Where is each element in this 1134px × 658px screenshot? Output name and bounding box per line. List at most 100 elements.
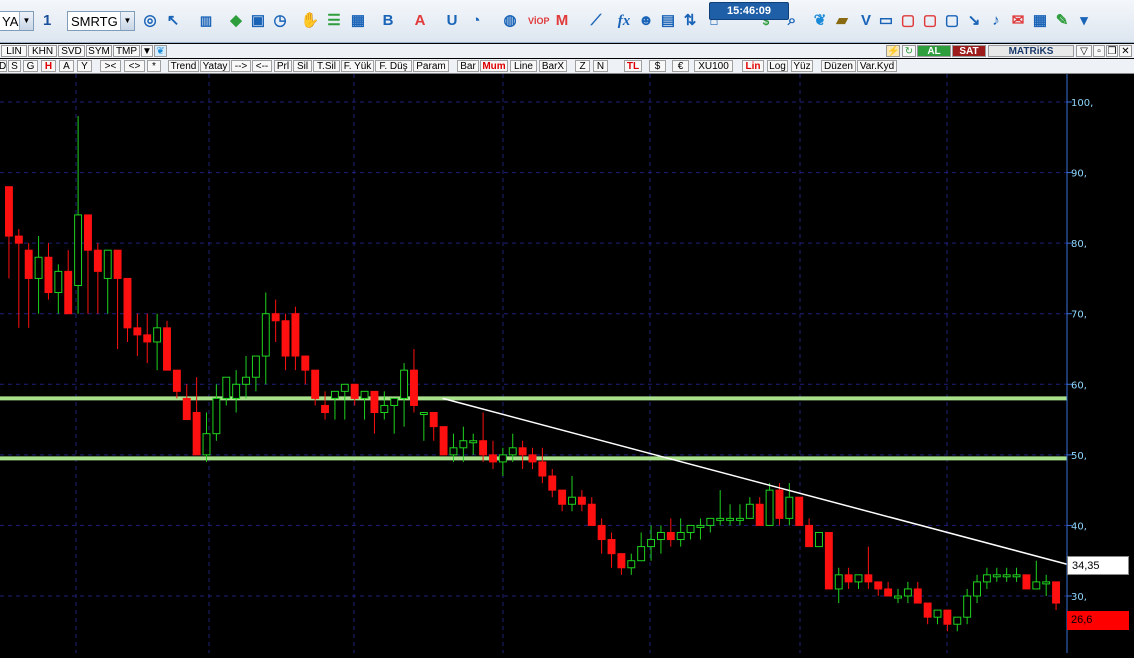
chevron-down-icon[interactable]: ▼ xyxy=(141,45,153,57)
btn-fyuk[interactable]: F. Yük xyxy=(341,60,374,72)
btn-yatay[interactable]: Yatay xyxy=(200,60,230,72)
viop-icon[interactable]: VİOP xyxy=(528,11,550,31)
line-chart-icon[interactable]: ⟋ xyxy=(586,11,606,31)
globe-icon[interactable]: ◍ xyxy=(500,11,520,31)
clock-icon[interactable]: ◷ xyxy=(270,11,290,31)
sort-icon[interactable]: ⇅ xyxy=(680,11,700,31)
btn-usd[interactable]: $ xyxy=(649,60,666,72)
twitter-icon[interactable]: ❦ xyxy=(810,11,830,31)
btn-zoom-out[interactable]: <> xyxy=(124,60,145,72)
candle-body xyxy=(617,553,626,569)
bell-icon[interactable]: ♪ xyxy=(986,11,1006,31)
alert-window-icon[interactable]: ▢ xyxy=(898,11,918,31)
fx-icon[interactable]: fx xyxy=(614,11,634,31)
cards-icon[interactable]: ▭ xyxy=(876,11,896,31)
candle-body xyxy=(123,277,132,329)
btn-barx[interactable]: BarX xyxy=(539,60,567,72)
candle-body xyxy=(232,383,241,399)
grid-icon[interactable]: ▤ xyxy=(658,11,678,31)
symbol-input[interactable]: SMRTG ▼ xyxy=(67,11,135,31)
a-icon[interactable]: A xyxy=(410,11,430,31)
btn-a[interactable]: A xyxy=(59,60,74,72)
btn-zoom-in[interactable]: >< xyxy=(100,60,121,72)
candle-body xyxy=(172,369,181,392)
btn-log[interactable]: Log xyxy=(767,60,788,72)
u-icon[interactable]: U xyxy=(442,11,462,31)
btn-arrow-right[interactable]: --> xyxy=(231,60,251,72)
news-icon[interactable]: ▰ xyxy=(832,11,852,31)
count-select[interactable]: 1 xyxy=(40,11,66,31)
btn-h[interactable]: H xyxy=(41,60,56,72)
btn-xu100[interactable]: XU100 xyxy=(694,60,733,72)
btn-star[interactable]: * xyxy=(147,60,161,72)
chevron-down-icon[interactable]: ▼ xyxy=(19,12,33,30)
btn-tl[interactable]: TL xyxy=(624,60,642,72)
candle-body xyxy=(271,313,280,322)
m-icon[interactable]: M xyxy=(552,11,572,31)
candle-body xyxy=(903,588,912,597)
restore-icon[interactable]: ❐ xyxy=(1106,45,1118,57)
handshake-icon[interactable]: ✋ xyxy=(300,11,320,31)
btn-prl[interactable]: Prl xyxy=(274,60,292,72)
list-icon[interactable]: ☰ xyxy=(324,11,344,31)
btn-s[interactable]: S xyxy=(8,60,21,72)
cursor-icon[interactable]: ↖ xyxy=(163,11,183,31)
btn-arrow-left[interactable]: <-- xyxy=(252,60,272,72)
zoom-chart-icon[interactable]: ◎ xyxy=(140,11,160,31)
price-chart[interactable]: 100, 90, 80, 70, 60, 50, 40, 30, 34,35 26,6 xyxy=(0,74,1134,653)
window-arrow-icon[interactable]: ▢ xyxy=(942,11,962,31)
btn-varkyd[interactable]: Var.Kyd xyxy=(857,60,897,72)
mail-icon[interactable]: ✉ xyxy=(1008,11,1028,31)
btn-lin[interactable]: Lin xyxy=(742,60,764,72)
btn-line[interactable]: Line xyxy=(510,60,537,72)
cube-icon[interactable]: ◆ xyxy=(226,11,246,31)
btn-yuz[interactable]: Yüz xyxy=(791,60,813,72)
calculator-icon[interactable]: ▦ xyxy=(1030,11,1050,31)
tab-lin[interactable]: LIN xyxy=(1,45,27,57)
btn-fdus[interactable]: F. Düş xyxy=(375,60,412,72)
b-icon[interactable]: B xyxy=(378,11,398,31)
arrow-down-right-icon[interactable]: ↘ xyxy=(964,11,984,31)
candle-body xyxy=(251,355,260,378)
lightning-icon[interactable]: ⚡ xyxy=(886,45,900,57)
symbol-value: SMRTG xyxy=(71,14,118,29)
dropdown-icon[interactable]: ▽ xyxy=(1076,45,1092,57)
btn-g[interactable]: G xyxy=(23,60,38,72)
twitter-icon[interactable]: ❦ xyxy=(154,45,167,57)
minimize-icon[interactable]: ▫ xyxy=(1093,45,1105,57)
btn-z[interactable]: Z xyxy=(575,60,590,72)
btn-eur[interactable]: € xyxy=(672,60,689,72)
btn-y[interactable]: Y xyxy=(77,60,92,72)
btn-trend[interactable]: Trend xyxy=(168,60,199,72)
pie-chart-icon[interactable]: ◔ xyxy=(466,11,486,31)
tab-sym[interactable]: SYM xyxy=(86,45,112,57)
refresh-icon[interactable]: ↻ xyxy=(902,45,916,57)
period-select[interactable]: YA ▼ xyxy=(0,11,34,31)
sell-button[interactable]: SAT xyxy=(952,45,986,57)
btn-mum[interactable]: Mum xyxy=(480,60,508,72)
bar-chart-icon[interactable]: ▥ xyxy=(196,11,216,31)
candle-body xyxy=(647,539,655,548)
btn-tsil[interactable]: T.Sil xyxy=(313,60,340,72)
btn-duzen[interactable]: Düzen xyxy=(821,60,856,72)
chat-icon[interactable]: ✎ xyxy=(1052,11,1072,31)
candle-body xyxy=(795,496,804,526)
btn-param[interactable]: Param xyxy=(413,60,449,72)
tab-khn[interactable]: KHN xyxy=(28,45,57,57)
btn-sil[interactable]: Sil xyxy=(293,60,312,72)
v-icon[interactable]: V xyxy=(856,11,876,31)
btn-d[interactable]: D xyxy=(0,60,7,72)
tab-tmp[interactable]: TMP xyxy=(113,45,140,57)
users-icon[interactable]: ☻ xyxy=(636,11,656,31)
candle-body xyxy=(706,517,715,526)
monitor-icon[interactable]: ▣ xyxy=(248,11,268,31)
close-icon[interactable]: ✕ xyxy=(1119,45,1132,57)
tab-svd[interactable]: SVD xyxy=(58,45,85,57)
window-edit-icon[interactable]: ▢ xyxy=(920,11,940,31)
more-icon[interactable]: ▾ xyxy=(1074,11,1094,31)
btn-bar[interactable]: Bar xyxy=(457,60,479,72)
table-icon[interactable]: ▦ xyxy=(348,11,368,31)
btn-n[interactable]: N xyxy=(593,60,608,72)
buy-button[interactable]: AL xyxy=(917,45,951,57)
chevron-down-icon[interactable]: ▼ xyxy=(120,12,134,30)
